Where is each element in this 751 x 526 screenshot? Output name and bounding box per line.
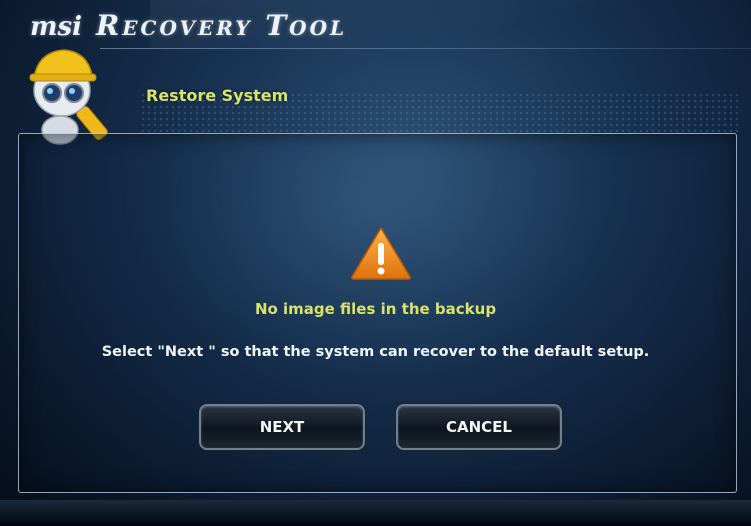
- bottom-bar: [0, 500, 751, 526]
- recovery-tool-window: msi Recovery Tool Restore System No imag…: [0, 0, 751, 526]
- cancel-button[interactable]: CANCEL: [396, 404, 562, 450]
- next-button[interactable]: NEXT: [199, 404, 365, 450]
- section-title: Restore System: [146, 86, 289, 105]
- warning-triangle-icon: [351, 227, 411, 280]
- header-divider: [100, 48, 751, 49]
- error-heading: No image files in the backup: [254, 300, 497, 318]
- instruction-message: Select "Next " so that the system can re…: [101, 344, 650, 360]
